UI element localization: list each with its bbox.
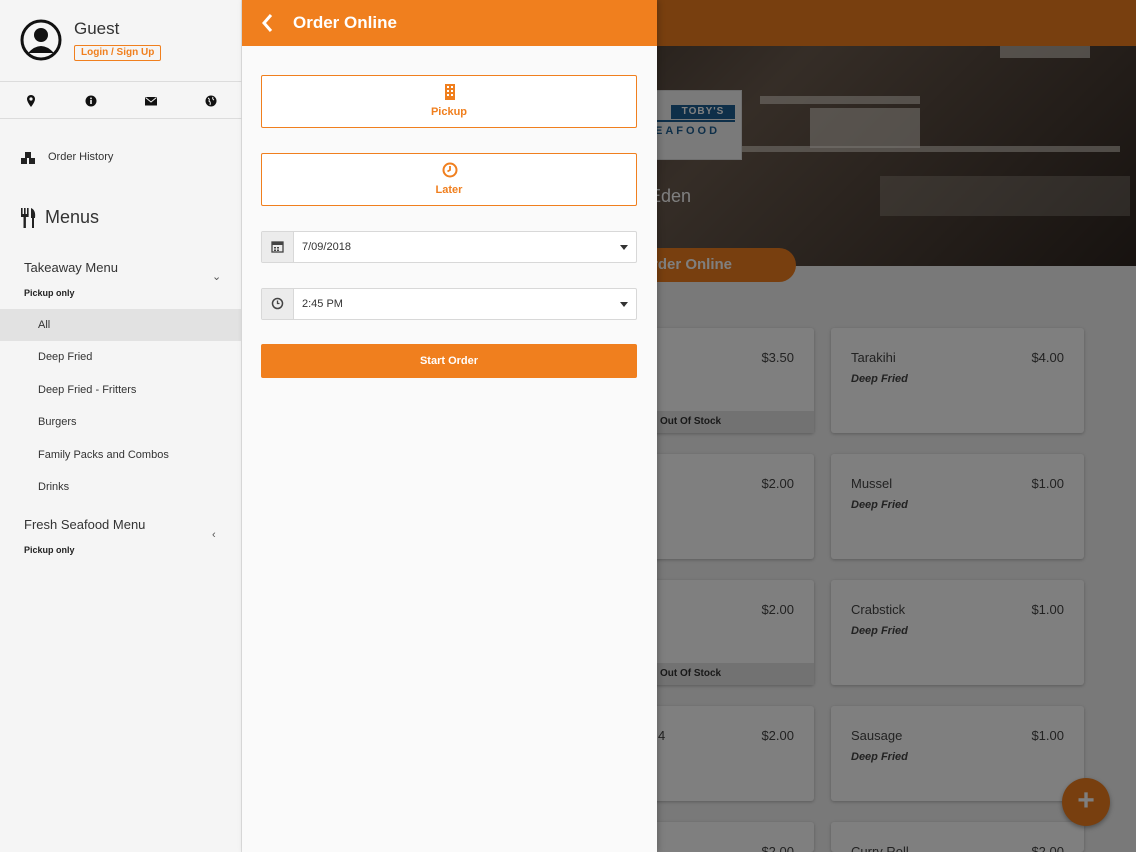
chevron-left-icon[interactable]: ‹ [212, 529, 216, 541]
dropdown-caret-icon [620, 245, 628, 250]
clock-icon [271, 297, 284, 310]
time-value: 2:45 PM [302, 298, 343, 310]
menu-fresh-seafood[interactable]: Fresh Seafood Menu [24, 517, 145, 532]
order-history-label: Order History [48, 151, 114, 163]
building-icon [445, 84, 455, 100]
menu-takeaway-note: Pickup only [24, 288, 75, 298]
menu-takeaway[interactable]: Takeaway Menu [24, 260, 118, 275]
later-option-button[interactable]: Later [261, 153, 637, 206]
order-online-panel: Order Online Pickup Later 7/09/2018 2:45… [242, 0, 657, 852]
panel-title: Order Online [293, 13, 397, 32]
menu-item-deep-fried[interactable]: Deep Fried [0, 341, 241, 373]
time-addon [262, 289, 294, 319]
info-icon[interactable] [84, 94, 98, 108]
order-history-link[interactable]: Order History [20, 146, 220, 170]
menu-item-drinks[interactable]: Drinks [0, 471, 241, 503]
dropdown-caret-icon [620, 302, 628, 307]
login-signup-button[interactable]: Login / Sign Up [74, 45, 162, 61]
mail-icon[interactable] [144, 94, 158, 108]
date-addon [262, 232, 294, 262]
calendar-icon [271, 241, 284, 253]
user-name: Guest [74, 19, 120, 38]
menus-title: Menus [45, 207, 100, 227]
menu-item-all[interactable]: All [0, 309, 241, 341]
chevron-down-icon[interactable]: ⌄ [212, 270, 221, 283]
cubes-icon [21, 152, 35, 164]
info-icon-row [0, 83, 242, 119]
start-order-button[interactable]: Start Order [261, 344, 637, 378]
menu-item-burgers[interactable]: Burgers [0, 406, 241, 438]
menu-item-deep-fried-fritters[interactable]: Deep Fried - Fritters [0, 374, 241, 406]
profile-section: Guest Login / Sign Up [0, 0, 242, 82]
menus-heading: Menus [20, 205, 220, 231]
user-avatar-icon [20, 19, 62, 61]
panel-header: Order Online [242, 0, 657, 46]
back-arrow-icon[interactable] [260, 12, 276, 34]
globe-icon[interactable] [204, 94, 218, 108]
menu-fresh-seafood-note: Pickup only [24, 545, 75, 555]
clock-icon [442, 162, 458, 178]
location-icon[interactable] [24, 94, 38, 108]
date-value: 7/09/2018 [302, 241, 351, 253]
date-picker[interactable]: 7/09/2018 [261, 231, 637, 263]
pickup-option-button[interactable]: Pickup [261, 75, 637, 128]
navigation-drawer: Guest Login / Sign Up Order History Menu… [0, 0, 242, 852]
later-label: Later [435, 184, 463, 196]
time-picker[interactable]: 2:45 PM [261, 288, 637, 320]
menu-item-family-packs[interactable]: Family Packs and Combos [0, 439, 241, 471]
pickup-label: Pickup [430, 106, 468, 118]
utensils-icon [21, 208, 36, 228]
